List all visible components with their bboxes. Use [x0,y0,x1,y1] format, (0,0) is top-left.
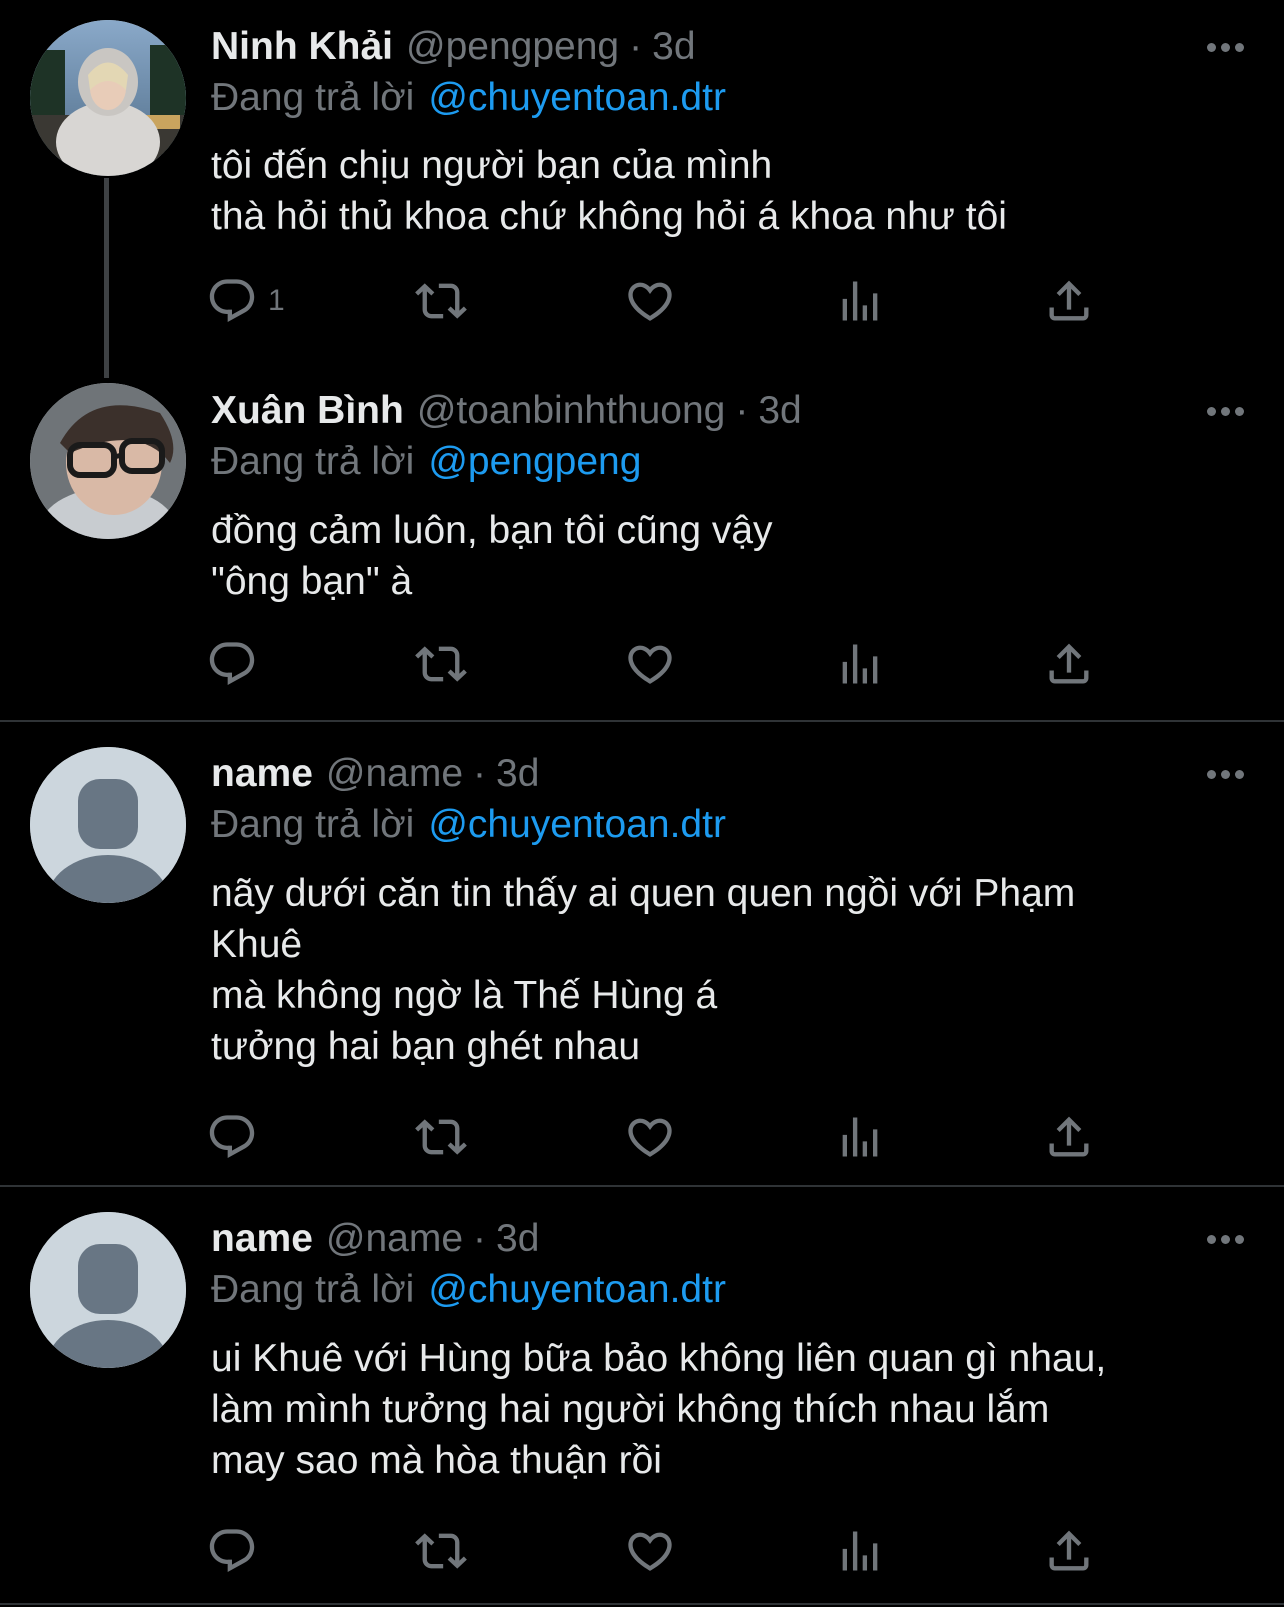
retweet-button[interactable] [415,1107,467,1167]
avatar[interactable] [30,383,186,539]
replying-to: Đang trả lời @pengpeng [211,437,641,487]
retweet-button[interactable] [415,634,467,694]
share-icon [1043,638,1095,690]
avatar-photo-xuan-binh [30,383,186,539]
more-icon[interactable] [1207,1214,1244,1264]
tweet-header: Ninh Khải @pengpeng · 3d [211,22,696,72]
separator-dot: · [629,25,643,68]
tweet-header: name @name · 3d [211,749,539,799]
tweet-header: name @name · 3d [211,1214,539,1264]
share-button[interactable] [1043,271,1095,331]
more-icon[interactable] [1207,22,1244,72]
replying-label: Đang trả lời [211,1268,415,1311]
reply-button[interactable] [206,634,258,694]
default-avatar-icon [30,1212,186,1368]
views-button[interactable] [834,1107,886,1167]
retweet-button[interactable] [415,1521,467,1581]
more-icon[interactable] [1207,749,1244,799]
action-bar: 1 [0,271,1284,331]
views-button[interactable] [834,271,886,331]
display-name[interactable]: name [211,752,313,796]
views-icon [834,1525,886,1577]
reply-button[interactable]: 1 [206,271,285,331]
tweet-header: Xuân Bình @toanbinhthuong · 3d [211,386,802,436]
like-button[interactable] [624,1107,676,1167]
separator-dot: · [735,389,749,432]
like-button[interactable] [624,271,676,331]
share-icon [1043,1525,1095,1577]
tweet-text: nãy dưới căn tin thấy ai quen quen ngồi … [211,872,1076,1068]
replying-label: Đang trả lời [211,440,415,483]
reply-button[interactable] [206,1521,258,1581]
replying-label: Đang trả lời [211,803,415,846]
replying-to: Đang trả lời @chuyentoan.dtr [211,1265,726,1315]
reply-icon [206,1525,258,1577]
avatar[interactable] [30,20,186,176]
like-icon [624,1525,676,1577]
like-icon [624,638,676,690]
reply-count: 1 [268,284,285,317]
avatar[interactable] [30,1212,186,1368]
user-handle[interactable]: @name [326,1217,463,1261]
share-icon [1043,1111,1095,1163]
display-name[interactable]: Xuân Bình [211,389,404,433]
share-icon [1043,275,1095,327]
mention-link[interactable]: @pengpeng [428,440,641,484]
action-bar [0,1521,1284,1581]
action-bar [0,634,1284,694]
retweet-icon [415,1525,467,1577]
action-bar [0,1107,1284,1167]
mention-link[interactable]: @chuyentoan.dtr [428,803,726,847]
views-button[interactable] [834,1521,886,1581]
tweet-text: tôi đến chịu người bạn của mình thà hỏi … [211,144,1007,238]
retweet-button[interactable] [415,271,467,331]
retweet-icon [415,275,467,327]
separator-dot: · [473,1217,487,1260]
timestamp[interactable]: 3d [496,752,539,796]
retweet-icon [415,638,467,690]
divider [0,1185,1284,1187]
like-icon [624,275,676,327]
like-button[interactable] [624,634,676,694]
reply-icon [206,638,258,690]
like-icon [624,1111,676,1163]
share-button[interactable] [1043,1107,1095,1167]
display-name[interactable]: name [211,1217,313,1261]
avatar[interactable] [30,747,186,903]
views-icon [834,275,886,327]
views-button[interactable] [834,634,886,694]
divider [0,720,1284,722]
replying-to: Đang trả lời @chuyentoan.dtr [211,73,726,123]
user-handle[interactable]: @toanbinhthuong [417,389,726,433]
timestamp[interactable]: 3d [652,25,695,69]
reply-icon [206,1111,258,1163]
tweet-text: đồng cảm luôn, bạn tôi cũng vậy "ông bạn… [211,509,773,603]
tweet-text: ui Khuê với Hùng bữa bảo không liên quan… [211,1337,1107,1482]
divider [0,1603,1284,1605]
reply-button[interactable] [206,1107,258,1167]
views-icon [834,638,886,690]
replying-to: Đang trả lời @chuyentoan.dtr [211,800,726,850]
user-handle[interactable]: @pengpeng [406,25,619,69]
share-button[interactable] [1043,1521,1095,1581]
views-icon [834,1111,886,1163]
timestamp[interactable]: 3d [758,389,801,433]
replying-label: Đang trả lời [211,76,415,119]
separator-dot: · [473,752,487,795]
retweet-icon [415,1111,467,1163]
share-button[interactable] [1043,634,1095,694]
display-name[interactable]: Ninh Khải [211,25,393,69]
default-avatar-icon [30,747,186,903]
avatar-photo-ninh-khai [30,20,186,176]
mention-link[interactable]: @chuyentoan.dtr [428,1268,726,1312]
mention-link[interactable]: @chuyentoan.dtr [428,76,726,120]
like-button[interactable] [624,1521,676,1581]
timestamp[interactable]: 3d [496,1217,539,1261]
reply-icon [206,275,258,327]
more-icon[interactable] [1207,386,1244,436]
user-handle[interactable]: @name [326,752,463,796]
